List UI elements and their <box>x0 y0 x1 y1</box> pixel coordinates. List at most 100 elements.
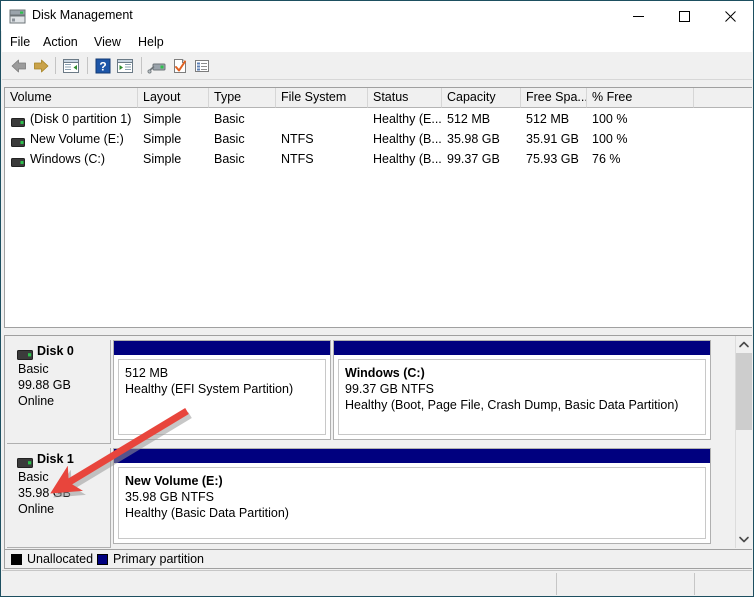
cell-type: Basic <box>214 112 245 126</box>
volume-icon <box>11 156 25 167</box>
volume-list-pane: Volume Layout Type File System Status Ca… <box>4 87 752 327</box>
cell-file-system: NTFS <box>281 132 314 146</box>
properties-icon[interactable] <box>170 56 190 76</box>
table-row[interactable]: (Disk 0 partition 1) Simple Basic Health… <box>5 110 752 130</box>
disk-type: Basic <box>18 362 49 376</box>
show-hide-action-pane-icon[interactable] <box>115 56 135 76</box>
scroll-down-icon[interactable] <box>736 531 752 548</box>
menu-help[interactable]: Help <box>132 34 170 50</box>
table-row[interactable]: New Volume (E:) Simple Basic NTFS Health… <box>5 130 752 150</box>
disk-management-icon <box>9 9 26 24</box>
menu-file[interactable]: File <box>4 34 36 50</box>
disk-row-disk-1[interactable]: Disk 1 Basic 35.98 GB Online New Volume … <box>5 446 732 548</box>
minimize-icon <box>632 15 644 17</box>
disk-info-disk-0[interactable]: Disk 0 Basic 99.88 GB Online <box>7 340 111 444</box>
cell-free-space: 35.91 GB <box>526 132 579 146</box>
cell-volume: New Volume (E:) <box>30 132 124 146</box>
legend-label-primary-partition: Primary partition <box>113 552 204 566</box>
disk-status: Online <box>18 394 55 408</box>
cell-capacity: 35.98 GB <box>447 132 500 146</box>
help-icon[interactable]: ? <box>93 56 113 76</box>
partition-size-fs: 512 MB <box>125 366 169 380</box>
status-pane-1 <box>2 573 556 595</box>
list-view-icon[interactable] <box>192 56 212 76</box>
partition-color-bar <box>334 341 710 355</box>
partition-health: Healthy (Boot, Page File, Crash Dump, Ba… <box>345 398 679 412</box>
cell-percent-free: 76 % <box>592 152 621 166</box>
column-header-capacity[interactable]: Capacity <box>442 88 521 108</box>
partition-details: 512 MB Healthy (EFI System Partition) <box>118 359 326 435</box>
cell-capacity: 512 MB <box>447 112 491 126</box>
minimize-button[interactable] <box>615 1 661 31</box>
toolbar-separator-1 <box>55 57 56 74</box>
partition-details: Windows (C:) 99.37 GB NTFS Healthy (Boot… <box>338 359 706 435</box>
column-header-free-space[interactable]: Free Spa... <box>521 88 587 108</box>
cell-layout: Simple <box>143 152 182 166</box>
cell-free-space: 512 MB <box>526 112 570 126</box>
status-pane-2 <box>556 573 694 595</box>
disk-name: Disk 0 <box>37 344 74 358</box>
disk-status: Online <box>18 502 55 516</box>
rescan-disks-icon[interactable] <box>147 56 167 76</box>
disk-size: 35.98 GB <box>18 486 71 500</box>
partition-size-fs: 35.98 GB NTFS <box>125 490 214 504</box>
column-header-empty[interactable] <box>694 88 752 108</box>
cell-volume: Windows (C:) <box>30 152 106 166</box>
column-header-layout[interactable]: Layout <box>138 88 209 108</box>
back-icon[interactable] <box>9 56 29 76</box>
partition-windows-c[interactable]: Windows (C:) 99.37 GB NTFS Healthy (Boot… <box>333 340 711 440</box>
close-button[interactable] <box>707 1 753 31</box>
column-header-file-system[interactable]: File System <box>276 88 368 108</box>
partition-health: Healthy (EFI System Partition) <box>125 382 294 396</box>
disk-row-disk-0[interactable]: Disk 0 Basic 99.88 GB Online 512 MB Heal… <box>5 338 732 444</box>
cell-volume: (Disk 0 partition 1) <box>30 112 132 126</box>
partition-size-fs: 99.37 GB NTFS <box>345 382 434 396</box>
scrollbar-thumb[interactable] <box>736 353 752 430</box>
cell-file-system <box>281 110 368 130</box>
partition-efi-system[interactable]: 512 MB Healthy (EFI System Partition) <box>113 340 331 440</box>
table-row[interactable]: Windows (C:) Simple Basic NTFS Healthy (… <box>5 150 752 170</box>
graphical-view-pane: Disk 0 Basic 99.88 GB Online 512 MB Heal… <box>4 335 752 549</box>
menu-action[interactable]: Action <box>37 34 84 50</box>
cell-percent-free: 100 % <box>592 112 628 126</box>
volume-list-header: Volume Layout Type File System Status Ca… <box>5 88 752 108</box>
status-bar <box>2 570 752 596</box>
disk-info-disk-1[interactable]: Disk 1 Basic 35.98 GB Online <box>7 448 111 548</box>
cell-layout: Simple <box>143 112 182 126</box>
cell-file-system: NTFS <box>281 152 314 166</box>
legend-swatch-primary-partition <box>97 554 108 565</box>
maximize-icon <box>678 10 690 22</box>
cell-type: Basic <box>214 132 245 146</box>
column-header-type[interactable]: Type <box>209 88 276 108</box>
partition-new-volume-e[interactable]: New Volume (E:) 35.98 GB NTFS Healthy (B… <box>113 448 711 544</box>
show-hide-console-tree-icon[interactable] <box>61 56 81 76</box>
graphical-view-scrollbar[interactable] <box>735 336 752 548</box>
cell-percent-free: 100 % <box>592 132 628 146</box>
column-header-volume[interactable]: Volume <box>5 88 138 108</box>
close-icon <box>724 10 736 22</box>
scroll-up-icon[interactable] <box>736 336 752 353</box>
partition-health: Healthy (Basic Data Partition) <box>125 506 289 520</box>
cell-free-space: 75.93 GB <box>526 152 579 166</box>
partition-area-disk-0: 512 MB Healthy (EFI System Partition) Wi… <box>113 340 711 440</box>
volume-icon <box>11 116 25 127</box>
column-header-status[interactable]: Status <box>368 88 442 108</box>
cell-status: Healthy (B... <box>373 132 442 146</box>
pane-splitter[interactable] <box>4 327 752 335</box>
cell-capacity: 99.37 GB <box>447 152 500 166</box>
toolbar-separator-2 <box>87 57 88 74</box>
cell-layout: Simple <box>143 132 182 146</box>
partition-area-disk-1: New Volume (E:) 35.98 GB NTFS Healthy (B… <box>113 448 711 544</box>
maximize-button[interactable] <box>661 1 707 31</box>
column-header-percent-free[interactable]: % Free <box>587 88 694 108</box>
volume-icon <box>11 136 25 147</box>
forward-icon[interactable] <box>31 56 51 76</box>
partition-color-bar <box>114 449 710 463</box>
status-pane-3 <box>694 573 752 595</box>
legend-swatch-unallocated <box>11 554 22 565</box>
menu-view[interactable]: View <box>88 34 127 50</box>
cell-status: Healthy (B... <box>373 152 442 166</box>
disk-management-window: Disk Management File Action View Help ? … <box>0 0 754 597</box>
menu-bar: File Action View Help <box>2 31 752 52</box>
partition-details: New Volume (E:) 35.98 GB NTFS Healthy (B… <box>118 467 706 539</box>
